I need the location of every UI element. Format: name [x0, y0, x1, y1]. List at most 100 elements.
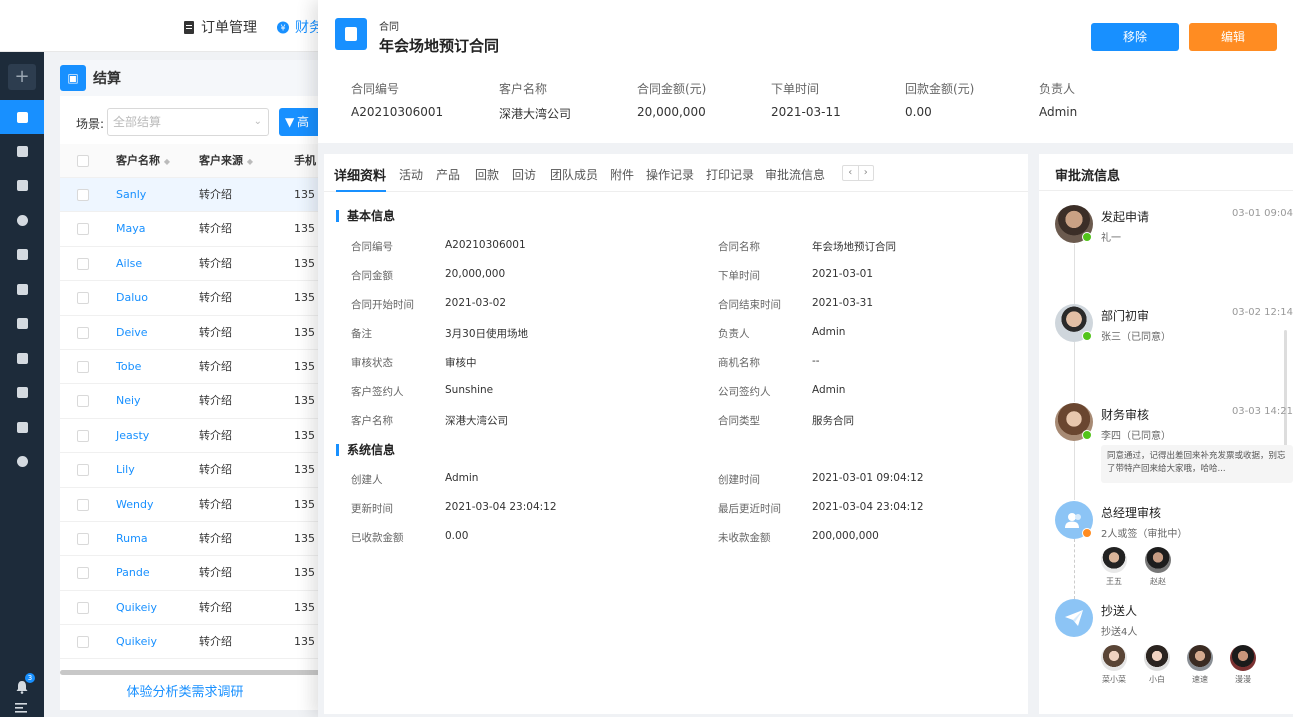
row-checkbox[interactable] [77, 532, 89, 545]
row-checkbox[interactable] [77, 636, 89, 649]
customer-name-link[interactable]: Neiy [116, 384, 141, 418]
checkbox-icon [16, 317, 28, 329]
row-checkbox[interactable] [77, 292, 89, 305]
tab-8[interactable]: 打印记录 [706, 166, 754, 183]
field-value: 深港大湾公司 [445, 415, 508, 427]
table-row[interactable]: Maya 转介绍 135 4 [60, 212, 330, 247]
summary-value: 0.00 [905, 105, 932, 119]
table-row[interactable]: Quikeiy 转介绍 135 4 [60, 625, 330, 660]
sidebar-item-4[interactable] [0, 203, 44, 237]
customer-name-link[interactable]: Quikeiy [116, 591, 157, 625]
column-header-source[interactable]: 客户来源 ◆ [199, 144, 253, 179]
summary-value: Admin [1039, 105, 1078, 119]
approval-title: 审批流信息 [1055, 169, 1121, 184]
sidebar-item-10[interactable] [0, 410, 44, 444]
tab-2[interactable]: 产品 [436, 166, 460, 183]
customer-name-link[interactable]: Lily [116, 453, 135, 487]
row-checkbox[interactable] [77, 498, 89, 511]
briefcase-icon [16, 386, 28, 398]
table-row[interactable]: Deive 转介绍 135 4 [60, 316, 330, 350]
vertical-scrollbar[interactable] [1284, 330, 1287, 460]
row-checkbox[interactable] [77, 360, 89, 373]
row-checkbox[interactable] [77, 601, 89, 614]
row-checkbox[interactable] [77, 223, 89, 236]
footer-link[interactable]: 体验分析类需求调研 [60, 681, 330, 700]
sidebar-item-2[interactable] [0, 134, 44, 168]
table-row[interactable]: Sanly 转介绍 135 4 [60, 178, 330, 213]
customer-name-link[interactable]: Maya [116, 212, 145, 246]
add-icon[interactable]: + [8, 64, 36, 90]
chevron-left-icon[interactable]: ‹ [843, 166, 859, 180]
sidebar-item-11[interactable] [0, 444, 44, 478]
table-row[interactable]: Neiy 转介绍 135 4 [60, 384, 330, 419]
table-row[interactable]: Wendy 转介绍 135 4 [60, 488, 330, 522]
column-header-name[interactable]: 客户名称 ◆ [116, 144, 170, 179]
customer-name-link[interactable]: Tobe [116, 350, 141, 384]
nav-order-management-label: 订单管理 [201, 20, 257, 36]
settlement-list-panel: ▣ 结算 场景: 全部结算 ⌄ ▼ 高 客户名称 ◆ 客户来源 ◆ 手机 San… [60, 60, 330, 710]
row-checkbox[interactable] [77, 395, 89, 408]
customer-name-link[interactable]: Ailse [116, 247, 142, 281]
customer-name-link[interactable]: Daluo [116, 281, 148, 315]
table-row[interactable]: Daluo 转介绍 135 4 [60, 281, 330, 316]
tab-1[interactable]: 活动 [399, 166, 423, 183]
customer-name-link[interactable]: Quikeiy [116, 625, 157, 659]
tab-9[interactable]: 审批流信息 [765, 166, 825, 183]
summary-label: 客户名称 [499, 82, 548, 96]
table-row[interactable]: Ailse 转介绍 135 4 [60, 247, 330, 282]
system-info-title: 系统信息 [336, 444, 395, 456]
select-all-checkbox[interactable] [77, 155, 89, 167]
customer-source: 转介绍 [199, 600, 232, 614]
sidebar-item-9[interactable] [0, 375, 44, 409]
customer-name-link[interactable]: Pande [116, 556, 150, 590]
column-header-phone[interactable]: 手机 [294, 144, 316, 178]
table-row[interactable]: Ruma 转介绍 135 4 [60, 522, 330, 557]
sidebar-item-7[interactable] [0, 306, 44, 340]
customer-name-link[interactable]: Deive [116, 316, 148, 350]
field-value: Sunshine [445, 384, 494, 396]
field-label: 合同编号 [351, 241, 393, 253]
tab-6[interactable]: 附件 [610, 166, 634, 183]
menu-icon[interactable] [15, 703, 27, 713]
row-checkbox[interactable] [77, 326, 89, 339]
table-row[interactable]: Lily 转介绍 135 4 [60, 453, 330, 488]
table-row[interactable]: Jeasty 转介绍 135 4 [60, 419, 330, 454]
field-value: Admin [445, 472, 479, 484]
horizontal-scrollbar[interactable] [60, 670, 322, 675]
remove-button[interactable]: 移除 [1091, 23, 1179, 51]
sidebar-item-8[interactable] [0, 341, 44, 375]
table-row[interactable]: Pande 转介绍 135 4 [60, 556, 330, 591]
customer-source: 转介绍 [199, 256, 232, 270]
customer-name-link[interactable]: Jeasty [116, 419, 149, 453]
row-checkbox[interactable] [77, 429, 89, 442]
tab-7[interactable]: 操作记录 [646, 166, 694, 183]
sidebar-item-6[interactable] [0, 272, 44, 306]
approver: 王五 [1101, 547, 1127, 587]
customer-name-link[interactable]: Wendy [116, 488, 153, 522]
table-row[interactable]: Tobe 转介绍 135 4 [60, 350, 330, 385]
tab-4[interactable]: 回访 [512, 166, 536, 183]
tab-5[interactable]: 团队成员 [550, 166, 598, 183]
nav-order-management[interactable]: 订单管理 [183, 17, 257, 37]
row-checkbox[interactable] [77, 464, 89, 477]
customer-name-link[interactable]: Ruma [116, 522, 148, 556]
row-checkbox[interactable] [77, 189, 89, 201]
row-checkbox[interactable] [77, 257, 89, 270]
chevron-right-icon[interactable]: › [859, 166, 874, 180]
scene-select[interactable]: 全部结算 ⌄ [107, 108, 269, 136]
sidebar-item-contract[interactable] [0, 100, 44, 134]
nav-finance[interactable]: ¥ 财务 [277, 17, 323, 37]
sidebar-item-3[interactable] [0, 168, 44, 202]
row-checkbox[interactable] [77, 567, 89, 580]
table-row[interactable]: Quikeiy 转介绍 135 4 [60, 591, 330, 626]
avatar [1187, 645, 1213, 671]
customer-name-link[interactable]: Sanly [116, 178, 146, 212]
avatar [1101, 645, 1127, 671]
drawer-kicker: 合同 [379, 22, 399, 33]
summary-item: 合同编号 A20210306001 [351, 80, 443, 119]
tab-3[interactable]: 回款 [475, 166, 499, 183]
edit-button[interactable]: 编辑 [1189, 23, 1277, 51]
sidebar-item-5[interactable] [0, 237, 44, 271]
tab-0[interactable]: 详细资料 [334, 165, 386, 184]
approval-comment: 同意通过，记得出差回来补充发票或收据，别忘了带特产回来给大家哦，哈哈... [1101, 445, 1293, 483]
